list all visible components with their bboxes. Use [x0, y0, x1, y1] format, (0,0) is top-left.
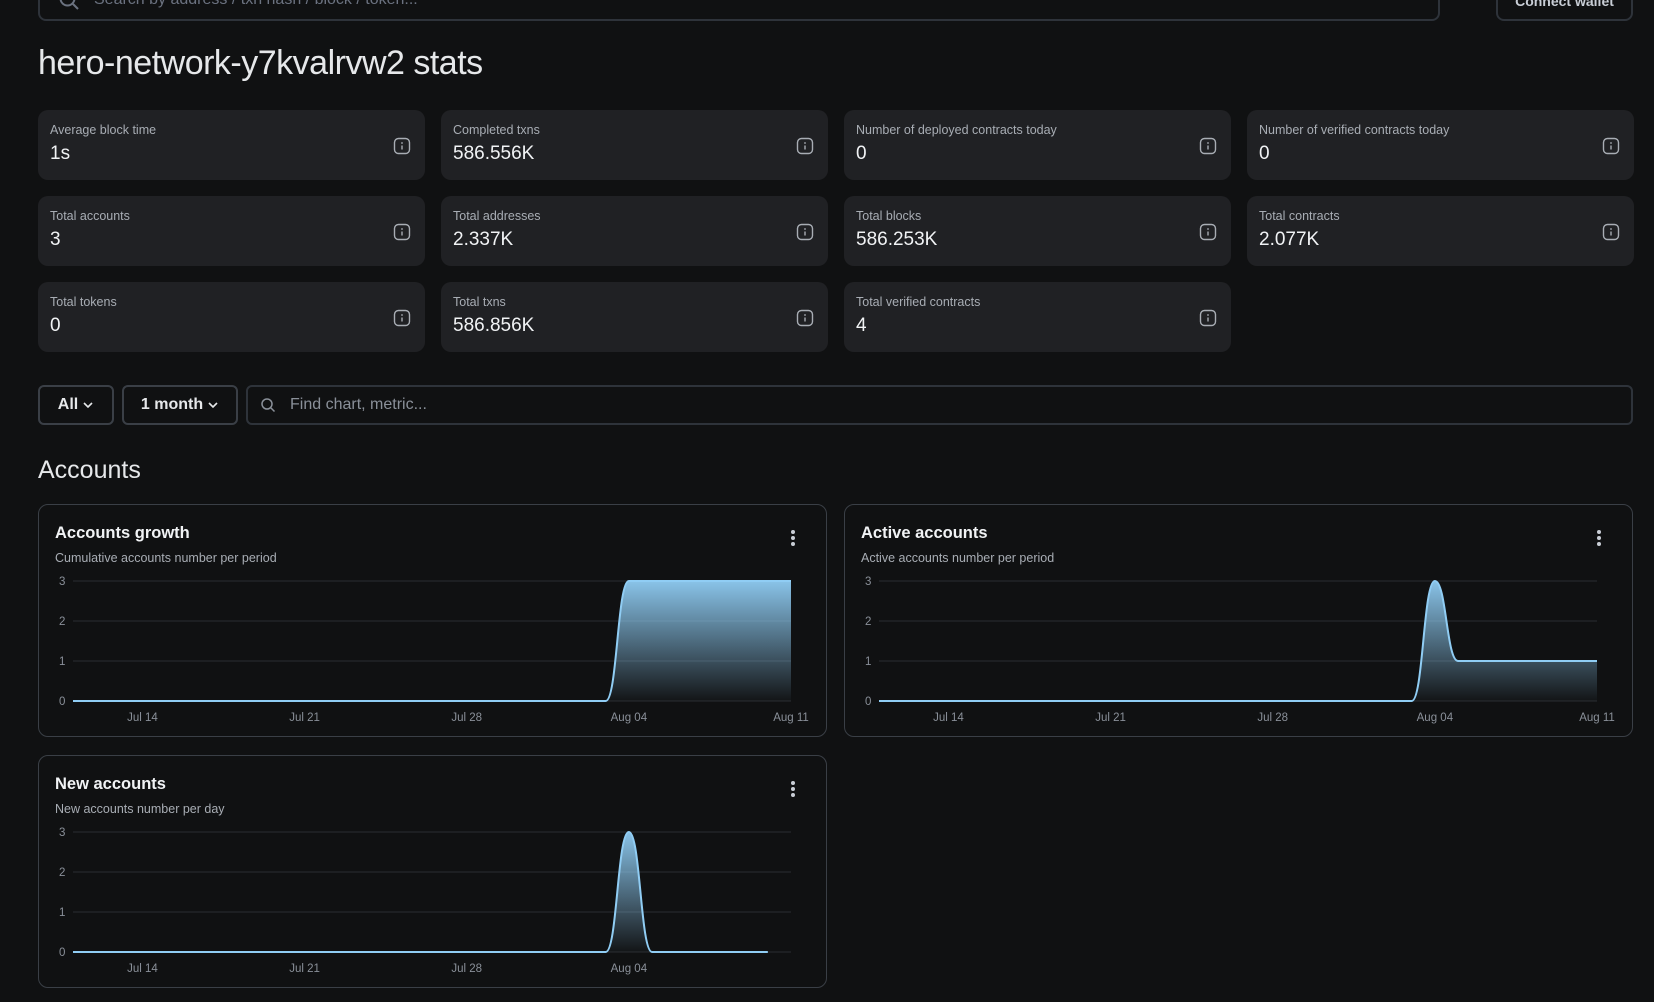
stat-value: 4: [856, 315, 867, 336]
interval-select-value: 1 month: [140, 396, 204, 413]
stat-card: Total tokens 0: [38, 282, 425, 352]
info-icon[interactable]: [393, 137, 411, 155]
y-tick-label: 2: [59, 616, 65, 628]
chart-plot: 0 1 2 3 Jul 14 Jul 21 Jul 28 Aug 04: [59, 827, 791, 975]
x-tick-label: Jul 28: [451, 963, 482, 975]
stat-card: Number of verified contracts today 0: [1247, 110, 1634, 180]
stat-label: Completed txns: [453, 123, 540, 137]
info-icon[interactable]: [1199, 223, 1217, 241]
x-tick-label: Jul 14: [127, 712, 158, 724]
stat-label: Total accounts: [50, 209, 130, 223]
x-tick-label: Jul 28: [1257, 712, 1288, 724]
stat-card: Total addresses 2.337K: [441, 196, 828, 266]
x-tick-label: Aug 11: [773, 712, 809, 724]
stat-label: Number of verified contracts today: [1259, 123, 1450, 137]
info-icon[interactable]: [1199, 137, 1217, 155]
x-tick-label: Aug 04: [1417, 712, 1454, 724]
y-tick-label: 0: [865, 696, 871, 708]
stat-card: Completed txns 586.556K: [441, 110, 828, 180]
y-tick-label: 0: [59, 947, 65, 959]
section-select-value: All: [57, 396, 79, 413]
x-tick-label: Jul 28: [451, 712, 482, 724]
stat-value: 1s: [50, 143, 71, 164]
series-line[interactable]: [73, 830, 768, 953]
y-tick-label: 2: [865, 616, 871, 628]
chevron-down-icon: [83, 402, 93, 409]
chart-card: New accounts New accounts number per day…: [38, 755, 827, 988]
section-select[interactable]: All: [38, 385, 114, 425]
x-tick-label: Jul 14: [127, 963, 158, 975]
x-tick-label: Aug 04: [611, 963, 648, 975]
section-title: Accounts: [38, 456, 141, 484]
stat-label: Total contracts: [1259, 209, 1340, 223]
y-tick-label: 3: [59, 827, 65, 839]
y-tick-label: 3: [59, 576, 65, 588]
series-area: [73, 832, 768, 952]
y-tick-label: 1: [59, 907, 65, 919]
stat-card: Average block time 1s: [38, 110, 425, 180]
stat-card: Number of deployed contracts today 0: [844, 110, 1231, 180]
connect-wallet-button[interactable]: Connect wallet: [1496, 0, 1633, 21]
stat-value: 586.856K: [453, 315, 535, 336]
chart-plot: 0 1 2 3 Jul 14 Jul 21 Jul 28 Aug 04 Aug 11: [865, 576, 1615, 724]
interval-select[interactable]: 1 month: [122, 385, 238, 425]
stat-label: Total verified contracts: [856, 295, 981, 309]
y-tick-label: 3: [865, 576, 871, 588]
search-icon: [59, 0, 79, 10]
global-search-input[interactable]: Search by address / txn hash / block / t…: [38, 0, 1440, 21]
x-tick-label: Jul 21: [1095, 712, 1126, 724]
stat-value: 2.077K: [1259, 229, 1320, 250]
info-icon[interactable]: [393, 223, 411, 241]
x-tick-label: Aug 04: [611, 712, 648, 724]
stat-card: Total contracts 2.077K: [1247, 196, 1634, 266]
stat-value: 586.556K: [453, 143, 535, 164]
chart-card: Active accounts Active accounts number p…: [844, 504, 1633, 737]
stat-value: 586.253K: [856, 229, 938, 250]
stat-value: 2.337K: [453, 229, 514, 250]
info-icon[interactable]: [1602, 223, 1620, 241]
info-icon[interactable]: [1199, 309, 1217, 327]
y-tick-label: 1: [59, 656, 65, 668]
x-tick-label: Jul 21: [289, 712, 320, 724]
stat-value: 0: [1259, 143, 1270, 164]
info-icon[interactable]: [796, 309, 814, 327]
chart-card: Accounts growth Cumulative accounts numb…: [38, 504, 827, 737]
stat-card: Total txns 586.856K: [441, 282, 828, 352]
stat-value: 0: [856, 143, 867, 164]
stat-value: 0: [50, 315, 61, 336]
find-chart-input[interactable]: Find chart, metric...: [246, 385, 1633, 425]
info-icon[interactable]: [796, 223, 814, 241]
stat-card: Total blocks 586.253K: [844, 196, 1231, 266]
find-placeholder: Find chart, metric...: [290, 396, 427, 413]
series-area: [879, 581, 1597, 701]
x-tick-label: Jul 14: [933, 712, 964, 724]
info-icon[interactable]: [1602, 137, 1620, 155]
y-tick-label: 2: [59, 867, 65, 879]
search-icon: [261, 398, 276, 413]
page-title: hero-network-y7kvalrvw2 stats: [38, 44, 483, 82]
stat-label: Total blocks: [856, 209, 922, 223]
stat-card: Total verified contracts 4: [844, 282, 1231, 352]
stat-card: Total accounts 3: [38, 196, 425, 266]
stat-label: Number of deployed contracts today: [856, 123, 1057, 137]
search-placeholder: Search by address / txn hash / block / t…: [94, 0, 418, 9]
stat-label: Total addresses: [453, 209, 541, 223]
chart-plot: 0 1 2 3 Jul 14 Jul 21 Jul 28 Aug 04 Aug 11: [59, 576, 809, 724]
stat-label: Total tokens: [50, 295, 117, 309]
stat-label: Average block time: [50, 123, 157, 137]
y-tick-label: 0: [59, 696, 65, 708]
stat-value: 3: [50, 229, 61, 250]
x-tick-label: Aug 11: [1579, 712, 1615, 724]
y-tick-label: 1: [865, 656, 871, 668]
info-icon[interactable]: [393, 309, 411, 327]
stat-label: Total txns: [453, 295, 506, 309]
series-area: [73, 581, 791, 701]
chevron-down-icon: [208, 402, 218, 409]
x-tick-label: Jul 21: [289, 963, 320, 975]
info-icon[interactable]: [796, 137, 814, 155]
